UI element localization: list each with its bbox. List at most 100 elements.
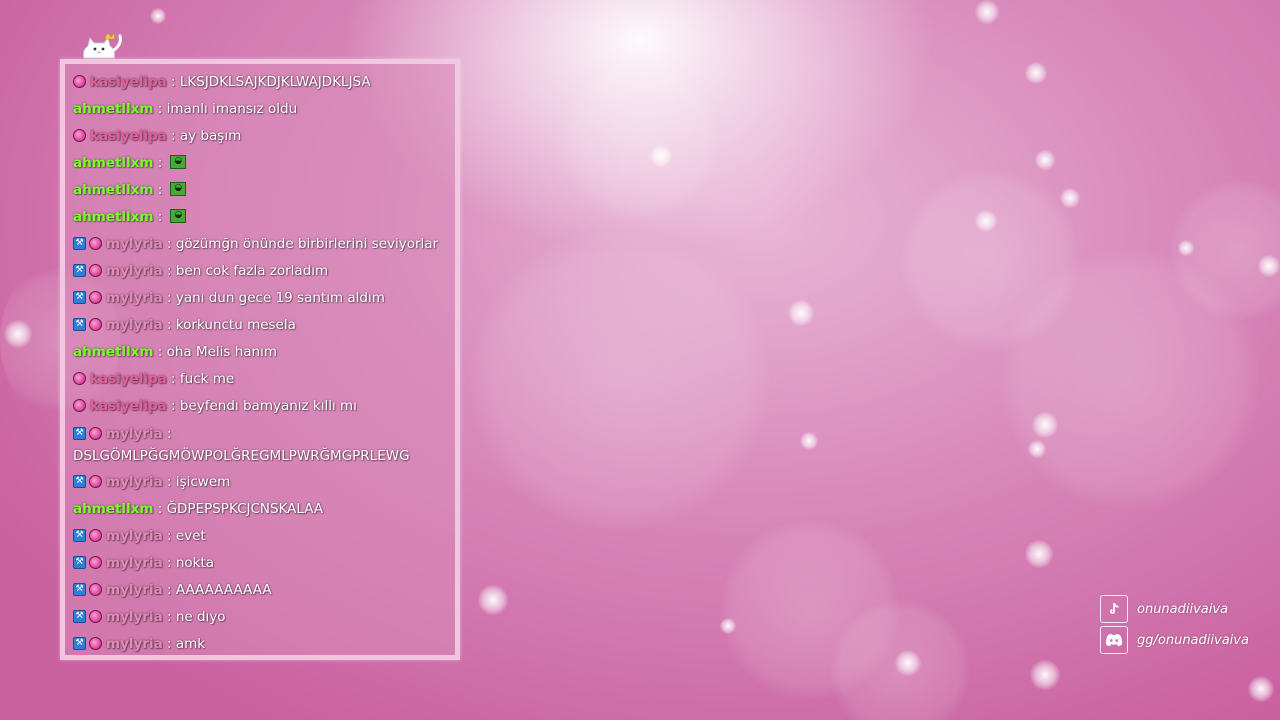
chat-message-text: :: [157, 209, 163, 225]
chat-message-text: : ay başım: [171, 128, 242, 144]
chat-message: ⚒ mylyria : gözümğn önünde birbirlerini s…: [73, 231, 453, 258]
wrench-badge-icon: ⚒: [73, 317, 86, 331]
wrench-badge-icon: ⚒: [73, 555, 86, 569]
chat-message-text: : amk: [167, 636, 206, 652]
chat-message-text: : nokta: [167, 555, 215, 571]
tiktok-link[interactable]: onunadiivaiva: [1100, 594, 1249, 624]
wrench-badge-icon: ⚒: [73, 263, 86, 277]
chat-message-text: : ben cok fazla zorladım: [167, 263, 329, 279]
chat-message: ⚒ mylyria : yanı dun gece 19 santım aldım: [73, 285, 453, 312]
bokeh-light: [830, 600, 970, 720]
chat-username[interactable]: mylyria: [106, 528, 163, 544]
wrench-badge-icon: ⚒: [73, 474, 86, 488]
chat-username[interactable]: mylyria: [106, 555, 163, 571]
heart-badge-icon: [89, 290, 102, 304]
chat-message-text: : LKSJDKLSAJKDJKLWAJDKLJSA: [171, 74, 371, 90]
chat-username[interactable]: mylyria: [106, 317, 163, 333]
bokeh-sparkle: [1030, 660, 1060, 690]
green-emote-icon: ◒: [170, 209, 187, 223]
heart-badge-icon: [73, 371, 86, 385]
chat-username[interactable]: ahmetllxm: [73, 209, 153, 225]
chat-message-text: : oha Melis hanım: [157, 344, 278, 360]
chat-message: kasiyelipa : beyfendı bamyanız kıllı mı: [73, 393, 453, 420]
chat-username[interactable]: mylyria: [106, 609, 163, 625]
chat-message: ahmetllxm : imanlı imansız oldu: [73, 96, 453, 123]
chat-message: ⚒ mylyria : korkunctu mesela: [73, 312, 453, 339]
heart-badge-icon: [73, 128, 86, 142]
bokeh-sparkle: [1028, 440, 1046, 458]
chat-username[interactable]: mylyria: [106, 263, 163, 279]
heart-badge-icon: [89, 236, 102, 250]
bokeh-light: [1000, 250, 1260, 510]
chat-username[interactable]: kasiyelipa: [90, 371, 167, 387]
heart-badge-icon: [89, 317, 102, 331]
heart-badge-icon: [73, 74, 86, 88]
chat-username[interactable]: mylyria: [106, 474, 163, 490]
heart-badge-icon: [89, 426, 102, 440]
bokeh-sparkle: [1025, 540, 1053, 568]
bokeh-sparkle: [1032, 412, 1058, 438]
chat-message-text: : yanı dun gece 19 santım aldım: [167, 290, 385, 306]
chat-message: ⚒ mylyria : ben cok fazla zorladım: [73, 258, 453, 285]
bokeh-light: [470, 230, 770, 530]
heart-badge-icon: [73, 398, 86, 412]
chat-username[interactable]: ahmetllxm: [73, 182, 153, 198]
chat-username[interactable]: ahmetllxm: [73, 101, 153, 117]
chat-message: ahmetllxm : oha Melis hanım: [73, 339, 453, 366]
chat-username[interactable]: ahmetllxm: [73, 501, 153, 517]
chat-message: ⚒ mylyria : evet: [73, 523, 453, 550]
chat-username[interactable]: kasiyelipa: [90, 398, 167, 414]
bokeh-sparkle: [650, 145, 672, 167]
wrench-badge-icon: ⚒: [73, 236, 86, 250]
chat-message: kasiyelipa : LKSJDKLSAJKDJKLWAJDKLJSA: [73, 69, 453, 96]
chat-username[interactable]: mylyria: [106, 636, 163, 652]
chat-username[interactable]: mylyria: [106, 582, 163, 598]
wrench-badge-icon: ⚒: [73, 528, 86, 542]
bokeh-light: [900, 170, 1080, 350]
chat-message-text: : fuck me: [171, 371, 235, 387]
heart-badge-icon: [89, 263, 102, 277]
chat-message: ahmetllxm : ◒: [73, 204, 453, 231]
chat-message: ⚒ mylyria : işicwem: [73, 469, 453, 496]
chat-message: ⚒ mylyria : amk: [73, 631, 453, 658]
heart-badge-icon: [89, 474, 102, 488]
chat-message-text: : ne dıyo: [167, 609, 226, 625]
bokeh-sparkle: [720, 618, 736, 634]
chat-username[interactable]: mylyria: [106, 426, 163, 442]
green-emote-icon: ◒: [170, 182, 187, 196]
wrench-badge-icon: ⚒: [73, 426, 86, 440]
chat-username[interactable]: kasiyelipa: [90, 128, 167, 144]
chat-message-text: :: [157, 182, 163, 198]
chat-username[interactable]: mylyria: [106, 290, 163, 306]
chat-message: ahmetllxm : ĞDPEPSPKCJCNSKALAA: [73, 496, 453, 523]
discord-link[interactable]: gg/onunadiivaiva: [1100, 625, 1249, 655]
chat-message-text: : imanlı imansız oldu: [157, 101, 298, 117]
heart-badge-icon: [89, 582, 102, 596]
chat-message-text: : AAAAAAAAAA: [167, 582, 272, 598]
chat-message-text: : korkunctu mesela: [167, 317, 296, 333]
bokeh-sparkle: [975, 210, 997, 232]
chat-message-text: : evet: [167, 528, 206, 544]
chat-username[interactable]: ahmetllxm: [73, 155, 153, 171]
chat-username[interactable]: mylyria: [106, 236, 163, 252]
chat-username[interactable]: ahmetllxm: [73, 344, 153, 360]
green-emote-icon: ◒: [170, 155, 187, 169]
chat-username[interactable]: kasiyelipa: [90, 74, 167, 90]
chat-message: kasiyelipa : ay başım: [73, 123, 453, 150]
chat-message: ⚒ mylyria : DSLGÖMLPĞGMÖWPOLĞREGMLPWRĞMGP…: [73, 420, 453, 469]
wrench-badge-icon: ⚒: [73, 290, 86, 304]
bokeh-sparkle: [1248, 676, 1274, 702]
bokeh-sparkle: [895, 650, 921, 676]
bokeh-sparkle: [1258, 255, 1280, 277]
chat-message: ⚒ mylyria : nokta: [73, 550, 453, 577]
bokeh-sparkle: [800, 432, 818, 450]
chat-message-text: : işicwem: [167, 474, 231, 490]
chat-message-text: : gözümğn önünde birbirlerini seviyorlar: [167, 236, 439, 252]
heart-badge-icon: [89, 609, 102, 623]
heart-badge-icon: [89, 555, 102, 569]
tiktok-handle: onunadiivaiva: [1137, 601, 1229, 617]
bokeh-sparkle: [4, 320, 32, 348]
bokeh-sparkle: [1025, 62, 1047, 84]
bokeh-light: [1170, 180, 1280, 320]
discord-invite: gg/onunadiivaiva: [1137, 632, 1249, 648]
